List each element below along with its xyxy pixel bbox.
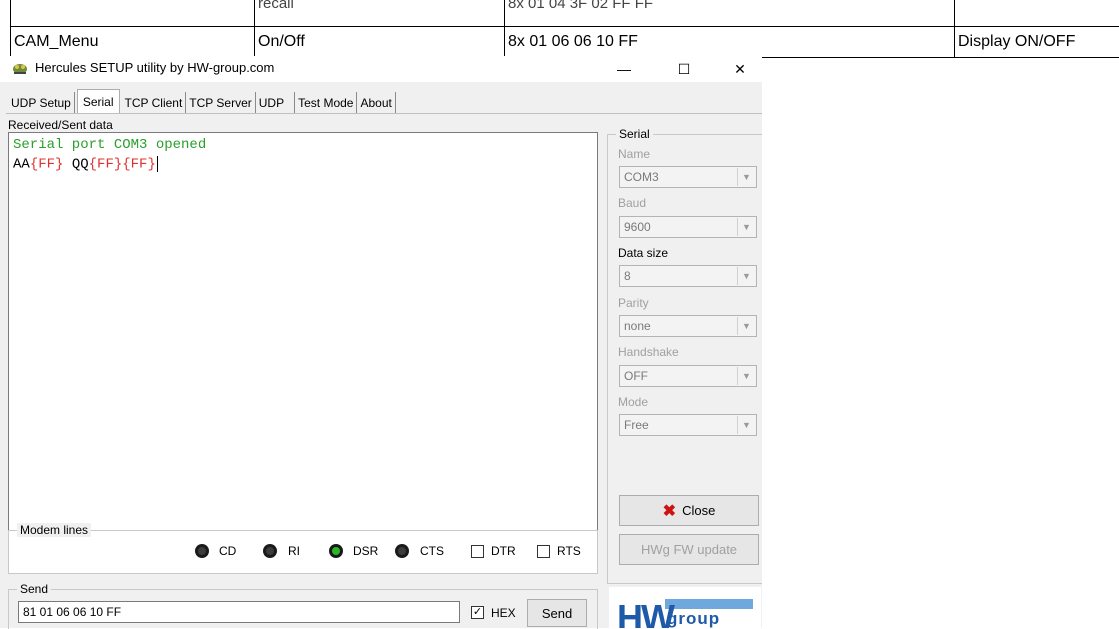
logo-hw: HW [617, 597, 675, 628]
baud-value: 9600 [624, 220, 651, 234]
dtr-checkbox[interactable] [471, 545, 484, 558]
close-window-button[interactable]: ✕ [720, 56, 760, 82]
parity-value: none [624, 319, 651, 333]
doc-cell: CAM_Menu [14, 33, 99, 50]
parity-label: Parity [618, 296, 649, 310]
mode-label: Mode [618, 395, 649, 409]
handshake-value: OFF [624, 369, 648, 383]
rts-label: RTS [557, 544, 581, 558]
tab-udp-setup[interactable]: UDP Setup [8, 92, 75, 113]
status-line: Serial port COM3 opened [13, 137, 207, 153]
maximize-button[interactable]: ☐ [664, 56, 704, 82]
hex-byte: {FF} [122, 156, 156, 173]
tab-about[interactable]: About [357, 92, 396, 113]
mode-select[interactable]: Free ▼ [619, 414, 757, 436]
chevron-down-icon: ▼ [737, 168, 755, 186]
chevron-down-icon: ▼ [737, 267, 755, 285]
chevron-down-icon: ▼ [737, 317, 755, 335]
fw-update-label: HWg FW update [640, 542, 738, 557]
hw-group-logo: HW group [609, 587, 761, 628]
tab-tcp-client[interactable]: TCP Client [122, 92, 187, 113]
doc-row-cam-menu: CAM_Menu On/Off 8x 01 06 06 10 FF Displa… [10, 27, 1119, 57]
modem-lines-title: Modem lines [17, 523, 92, 537]
baud-label: Baud [618, 196, 647, 210]
data-text: AA [13, 156, 30, 173]
fw-update-button[interactable]: HWg FW update [619, 534, 759, 565]
doc-cell: 8x 01 06 06 10 FF [508, 33, 638, 50]
mode-value: Free [624, 418, 649, 432]
parity-select[interactable]: none ▼ [619, 315, 757, 337]
title-bar[interactable]: Hercules SETUP utility by HW-group.com —… [0, 56, 762, 82]
hex-byte: {FF} [88, 156, 123, 173]
app-icon [13, 64, 27, 74]
data-size-value: 8 [624, 269, 631, 283]
ri-label: RI [288, 544, 300, 558]
tab-udp[interactable]: UDP [256, 92, 296, 113]
data-line: AA{FF} QQ{FF}{FF} [13, 156, 158, 173]
chevron-down-icon: ▼ [737, 367, 755, 385]
send-input[interactable]: 81 01 06 06 10 FF [18, 601, 460, 623]
received-sent-label: Received/Sent data [8, 118, 113, 132]
close-icon: ✖ [662, 502, 677, 520]
minimize-button[interactable]: — [604, 56, 644, 82]
logo-group: group [667, 609, 721, 628]
doc-cell: recall [258, 0, 294, 12]
tab-bar: UDP Setup Serial TCP Client TCP Server U… [8, 89, 396, 113]
handshake-select[interactable]: OFF ▼ [619, 365, 757, 387]
data-text: QQ [63, 156, 89, 173]
name-value: COM3 [624, 170, 659, 184]
hercules-window: Hercules SETUP utility by HW-group.com —… [0, 56, 762, 629]
data-size-select[interactable]: 8 ▼ [619, 265, 757, 287]
cts-label: CTS [420, 544, 444, 558]
logo-bar [665, 599, 753, 609]
window-title: Hercules SETUP utility by HW-group.com [35, 60, 275, 75]
baud-select[interactable]: 9600 ▼ [619, 216, 757, 238]
doc-cell: Display ON/OFF [958, 33, 1076, 50]
hex-checkbox[interactable]: ✓ [471, 606, 484, 619]
dtr-label: DTR [491, 544, 516, 558]
text-caret [156, 156, 158, 172]
hex-label: HEX [491, 606, 516, 620]
cd-led-icon [195, 544, 209, 558]
dsr-label: DSR [353, 544, 379, 558]
rts-checkbox[interactable] [537, 545, 550, 558]
send-button[interactable]: Send [527, 599, 587, 627]
cts-led-icon [395, 544, 409, 558]
handshake-label: Handshake [618, 345, 679, 359]
ri-led-icon [263, 544, 277, 558]
doc-row-recall: recall 8x 01 04 3F 02 FF FF [10, 0, 1119, 12]
serial-group-title: Serial [616, 127, 653, 141]
chevron-down-icon: ▼ [737, 416, 755, 434]
doc-cell: On/Off [258, 33, 305, 50]
cd-label: CD [219, 544, 237, 558]
tab-serial[interactable]: Serial [76, 89, 120, 113]
doc-cell: 8x 01 04 3F 02 FF FF [508, 0, 654, 12]
tab-test-mode[interactable]: Test Mode [295, 92, 358, 113]
name-label: Name [618, 147, 651, 161]
send-title: Send [17, 582, 52, 596]
hex-byte: {FF} [29, 156, 64, 173]
data-size-label: Data size [618, 246, 669, 260]
name-select[interactable]: COM3 ▼ [619, 166, 757, 188]
received-data-area[interactable]: Serial port COM3 opened AA{FF} QQ{FF}{FF… [8, 132, 598, 574]
chevron-down-icon: ▼ [737, 218, 755, 236]
close-port-button[interactable]: ✖ Close [619, 495, 759, 526]
close-port-label: Close [682, 503, 716, 518]
dsr-led-icon [329, 544, 343, 558]
tab-divider [6, 113, 762, 114]
document-table: recall 8x 01 04 3F 02 FF FF CAM_Menu On/… [10, 0, 1119, 60]
tab-tcp-server[interactable]: TCP Server [186, 92, 256, 113]
